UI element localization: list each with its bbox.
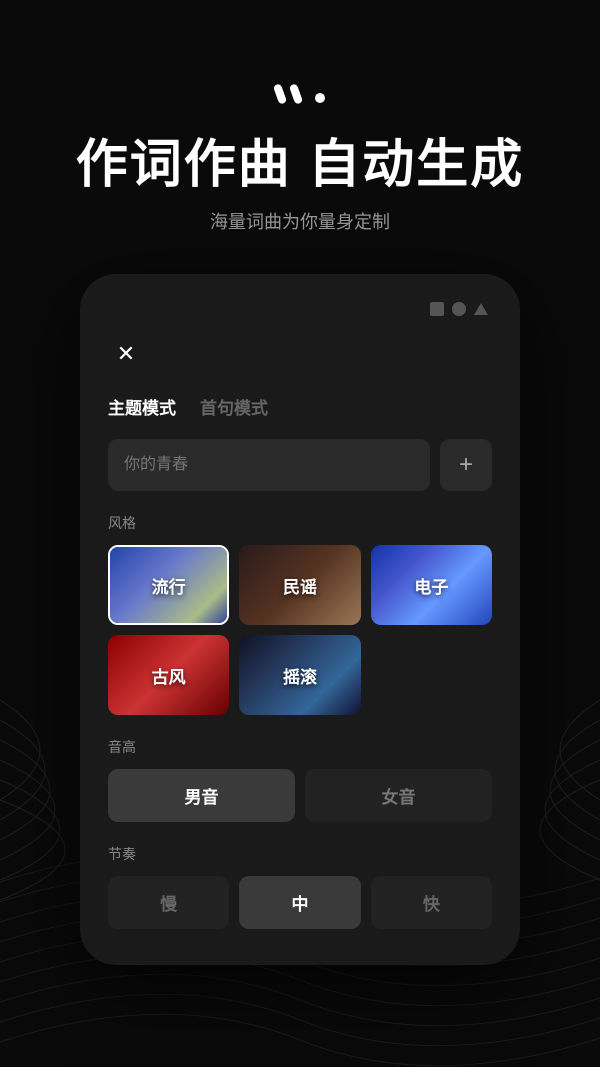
style-gufeng[interactable]: 古风 — [108, 635, 229, 715]
tab-first-sentence[interactable]: 首句模式 — [200, 394, 268, 419]
style-yaogn-label: 摇滚 — [239, 635, 360, 715]
style-grid: 流行 民谣 电子 古风 摇滚 — [108, 545, 492, 715]
pitch-male[interactable]: 男音 — [108, 769, 295, 822]
tempo-row: 慢 中 快 — [108, 876, 492, 929]
tabs-row: 主题模式 首句模式 — [108, 394, 492, 419]
status-icon-square — [430, 302, 444, 316]
style-liuxing-label: 流行 — [110, 547, 227, 623]
close-button[interactable]: ✕ — [108, 336, 144, 372]
status-icon-circle — [452, 302, 466, 316]
style-yaogn[interactable]: 摇滚 — [239, 635, 360, 715]
style-dianzi[interactable]: 电子 — [371, 545, 492, 625]
add-button[interactable]: + — [440, 439, 492, 491]
style-section-label: 风格 — [108, 513, 492, 533]
tempo-fast[interactable]: 快 — [371, 876, 492, 929]
style-liuxing[interactable]: 流行 — [108, 545, 229, 625]
style-gufeng-label: 古风 — [108, 635, 229, 715]
status-bar — [108, 302, 492, 316]
style-dianzi-label: 电子 — [371, 545, 492, 625]
headline: 作词作曲 自动生成 — [0, 137, 600, 194]
input-row: + — [108, 439, 492, 491]
tempo-section-label: 节奏 — [108, 844, 492, 864]
theme-input[interactable] — [108, 439, 430, 491]
tab-theme[interactable]: 主题模式 — [108, 394, 176, 419]
style-minyao-label: 民谣 — [239, 545, 360, 625]
close-icon: ✕ — [117, 341, 135, 367]
logo-icon — [270, 80, 330, 113]
pitch-row: 男音 女音 — [108, 769, 492, 822]
status-icon-wifi — [474, 303, 488, 315]
pitch-section-label: 音高 — [108, 737, 492, 757]
subtitle: 海量词曲为你量身定制 — [0, 208, 600, 234]
tempo-slow[interactable]: 慢 — [108, 876, 229, 929]
phone-mockup: ✕ 主题模式 首句模式 + 风格 流行 民谣 电子 古风 — [80, 274, 520, 965]
pitch-female[interactable]: 女音 — [305, 769, 492, 822]
tempo-mid[interactable]: 中 — [239, 876, 360, 929]
style-minyao[interactable]: 民谣 — [239, 545, 360, 625]
plus-icon: + — [459, 453, 473, 477]
